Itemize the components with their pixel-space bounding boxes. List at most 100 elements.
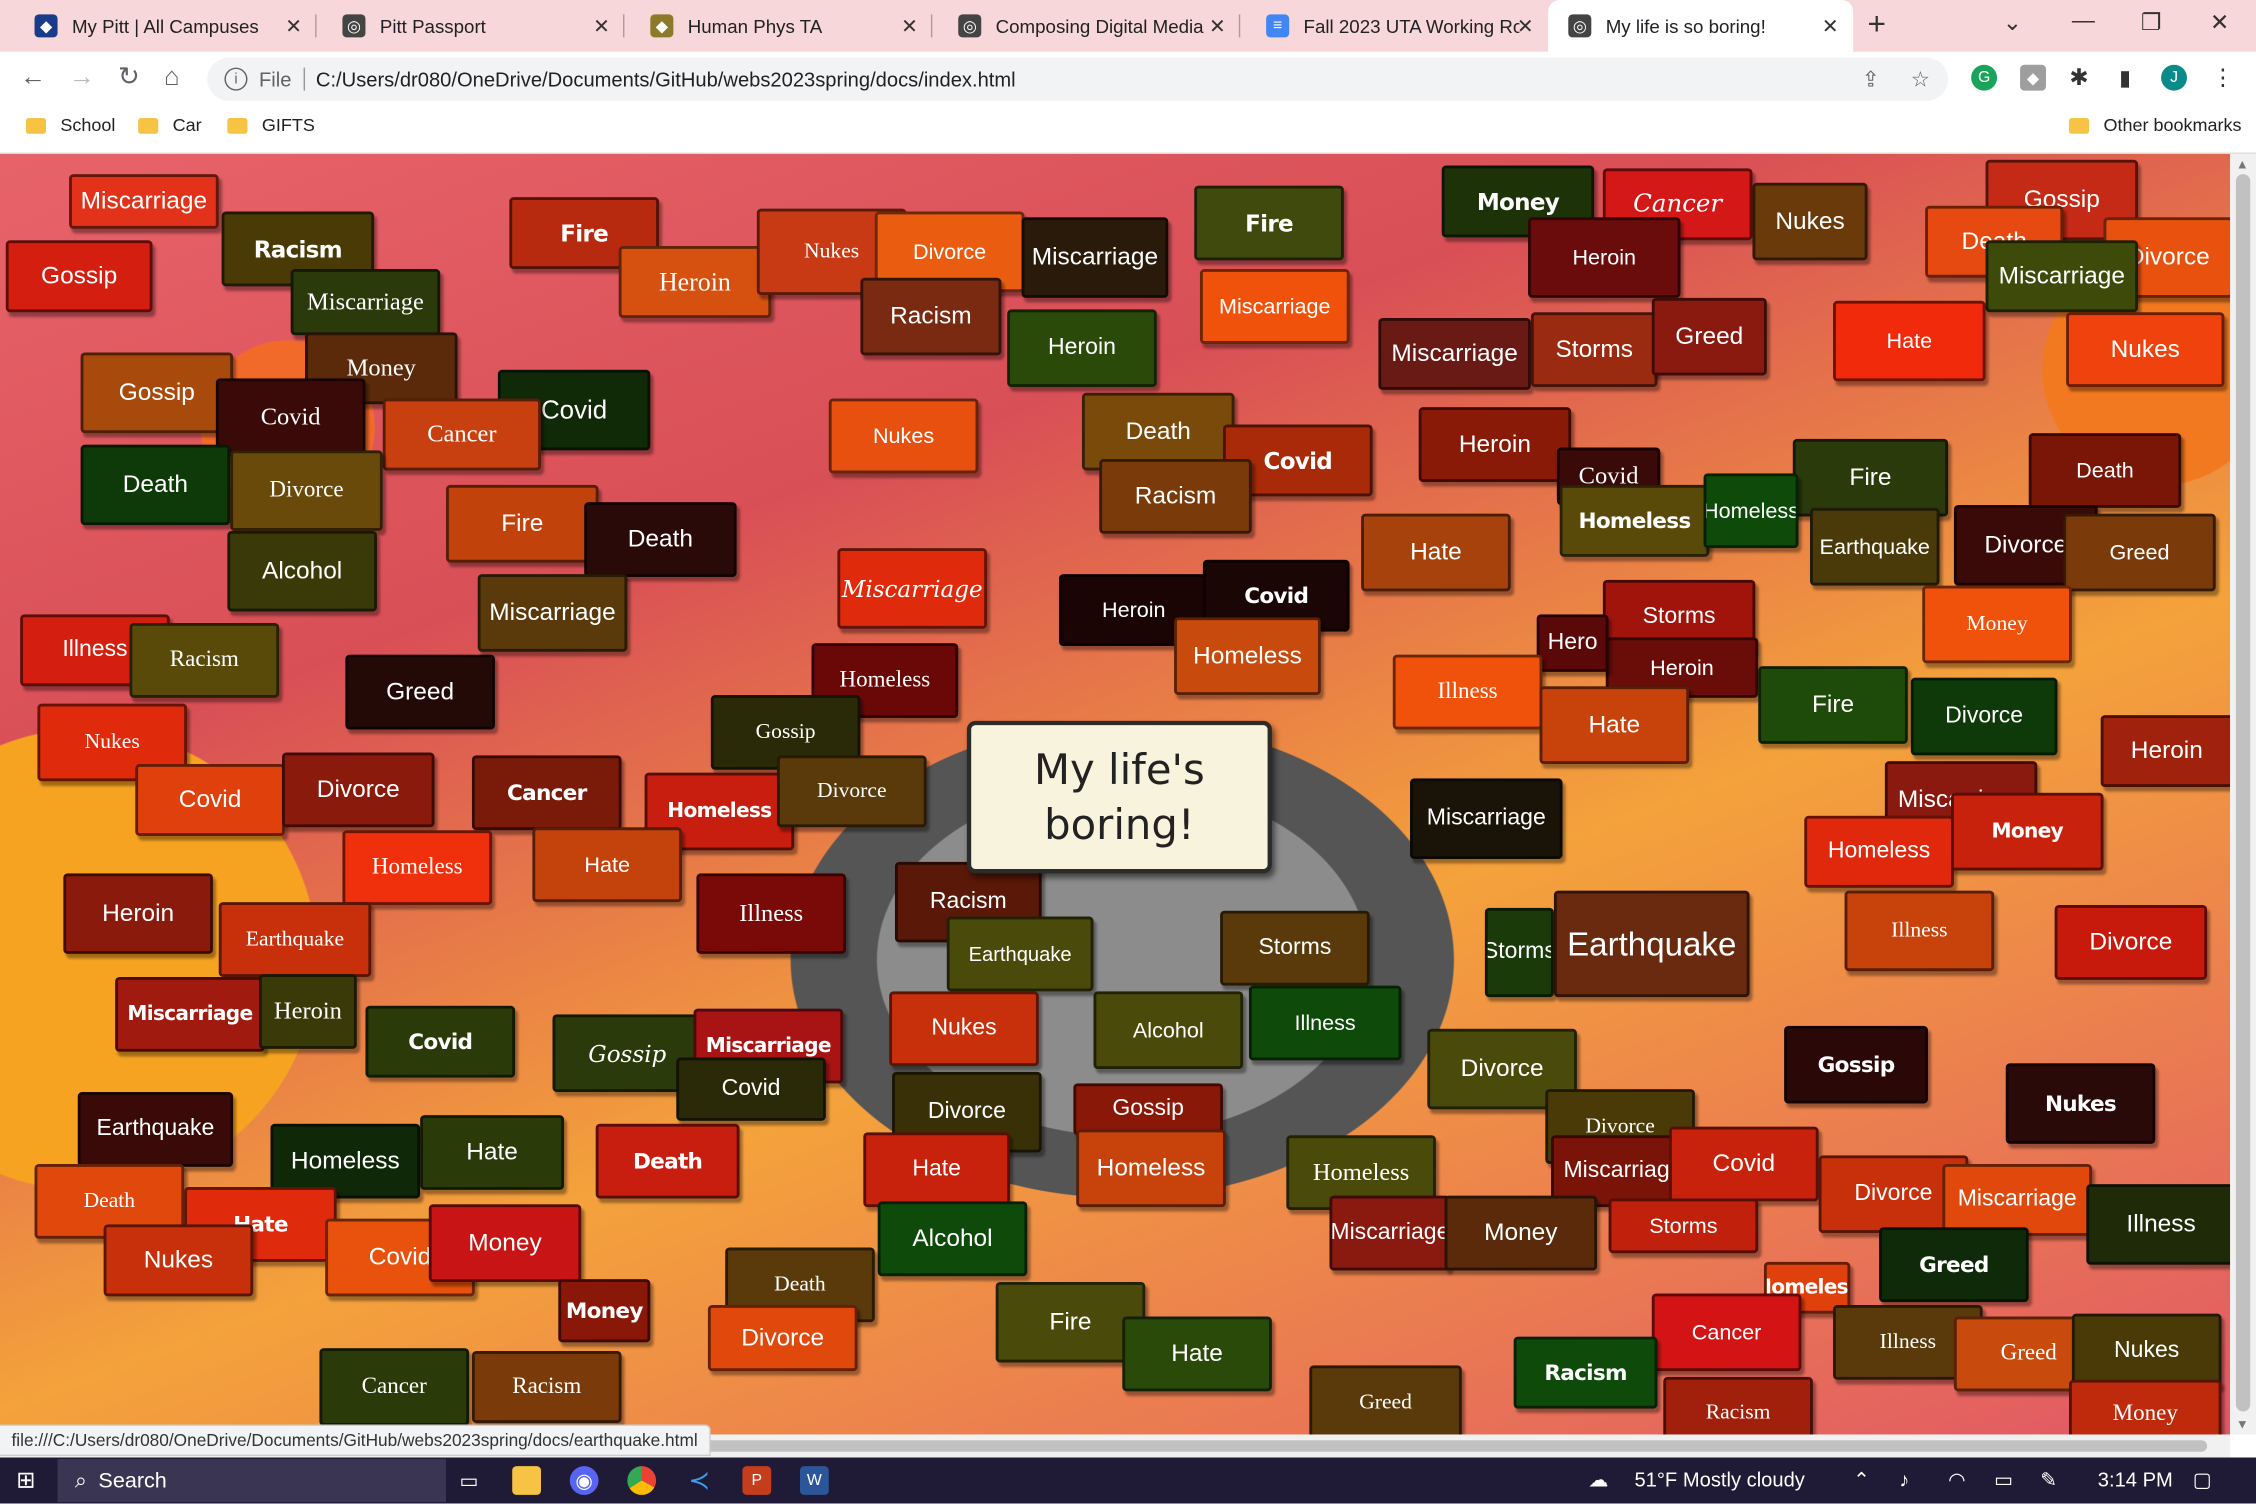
maximize-icon[interactable]: ❐ (2141, 9, 2162, 38)
scroll-up-icon[interactable]: ▲ (2236, 157, 2249, 171)
tab-5[interactable]: ◎ My life is so boring! ✕ (1548, 0, 1854, 52)
tab-close-icon[interactable]: ✕ (1209, 14, 1226, 38)
taskbar-search[interactable]: ⌕ Search (57, 1458, 447, 1503)
word-link-miscarriage[interactable]: Miscarriage (1021, 217, 1169, 298)
word-link-death[interactable]: Death (595, 1123, 740, 1199)
word-link-hate[interactable]: Hate (420, 1115, 565, 1190)
word-link-covid[interactable]: Covid (365, 1005, 516, 1078)
tab-0[interactable]: ◆ My Pitt | All Campuses ✕ (14, 0, 317, 52)
tray-chevron-icon[interactable]: ⌃ (1853, 1468, 1870, 1492)
tab-close-icon[interactable]: ✕ (901, 14, 918, 38)
word-link-hate[interactable]: Hate (532, 827, 682, 903)
word-link-fire[interactable]: Fire (1792, 438, 1949, 517)
word-link-racism[interactable]: Racism (1663, 1376, 1813, 1435)
word-link-heroin[interactable]: Heroin (618, 246, 772, 318)
word-link-fire[interactable]: Fire (1758, 666, 1908, 744)
word-link-storms[interactable]: Storms (1484, 907, 1554, 998)
word-link-miscarriage[interactable]: Miscarriage (837, 548, 988, 629)
word-link-illness[interactable]: Illness (1844, 890, 1995, 972)
word-link-nukes[interactable]: Nukes (1752, 182, 1868, 261)
word-link-heroin[interactable]: Heroin (2100, 715, 2231, 788)
pen-icon[interactable]: ✎ (2040, 1468, 2057, 1492)
battery-icon[interactable]: ▭ (1994, 1468, 2013, 1492)
word-link-homeless[interactable]: Homeless (1174, 617, 1321, 695)
word-link-death[interactable]: Death (2028, 433, 2182, 508)
word-link-heroin[interactable]: Heroin (1007, 309, 1157, 388)
word-link-cancer[interactable]: Cancer (471, 755, 622, 831)
word-link-alcohol[interactable]: Alcohol (1093, 991, 1244, 1070)
scrollbar-thumb[interactable] (2235, 174, 2251, 1412)
word-link-racism[interactable]: Racism (471, 1351, 622, 1423)
word-link-earthquake[interactable]: Earthquake (77, 1092, 234, 1167)
word-link-hate[interactable]: Hate (1833, 300, 1986, 382)
word-link-divorce[interactable]: Divorce (230, 450, 383, 531)
word-link-nukes[interactable]: Nukes (889, 991, 1039, 1067)
word-link-fire[interactable]: Fire (1194, 185, 1344, 261)
word-link-divorce[interactable]: Divorce (707, 1304, 858, 1372)
vscode-icon[interactable]: ≺ (685, 1465, 714, 1495)
word-link-money[interactable]: Money (1922, 585, 2072, 664)
close-window-icon[interactable]: ✕ (2210, 9, 2229, 38)
word-link-gossip[interactable]: Gossip (1784, 1025, 1928, 1104)
tab-close-icon[interactable]: ✕ (285, 14, 302, 38)
word-link-homeless[interactable]: Homeless (1076, 1129, 1226, 1208)
side-panel-icon[interactable]: ▮ (2112, 65, 2138, 90)
word-link-gossip[interactable]: Gossip (80, 352, 234, 434)
word-link-miscarriage[interactable]: Miscarriage (1410, 778, 1563, 859)
word-link-greed[interactable]: Greed (1879, 1227, 2029, 1303)
word-link-covid[interactable]: Covid (676, 1057, 826, 1121)
file-explorer-icon[interactable] (512, 1466, 541, 1495)
word-link-storms[interactable]: Storms (1220, 910, 1370, 986)
word-link-greed[interactable]: Greed (2063, 513, 2216, 592)
word-link-hate[interactable]: Hate (1539, 686, 1690, 765)
share-icon[interactable]: ⇪ (1862, 66, 1880, 92)
new-tab-button[interactable]: + (1868, 6, 1887, 43)
word-link-storms[interactable]: Storms (1530, 312, 1658, 388)
word-link-covid[interactable]: Covid (1669, 1126, 1819, 1202)
word-link-money[interactable]: Money (558, 1279, 651, 1343)
word-link-earthquake[interactable]: Earthquake (218, 902, 372, 977)
task-view-icon[interactable]: ▭ (455, 1466, 484, 1495)
word-link-heroin[interactable]: Heroin (1418, 407, 1572, 482)
word-link-racism[interactable]: Racism (1513, 1336, 1658, 1409)
word-link-homeless[interactable]: Homeless (1703, 473, 1799, 549)
word-link-hate[interactable]: Hate (1361, 513, 1511, 592)
scroll-down-icon[interactable]: ▼ (2236, 1417, 2249, 1431)
word-link-miscarriage[interactable]: Miscarriage (115, 976, 265, 1052)
word-link-divorce[interactable]: Divorce (282, 752, 435, 828)
forward-icon[interactable]: → (69, 62, 95, 92)
word-icon[interactable]: W (799, 1466, 829, 1495)
word-link-greed[interactable]: Greed (1651, 297, 1767, 376)
word-link-racism[interactable]: Racism (1099, 458, 1252, 534)
tab-close-icon[interactable]: ✕ (1517, 14, 1534, 38)
word-link-divorce[interactable]: Divorce (2054, 905, 2208, 980)
menu-kebab-icon[interactable]: ⋮ (2210, 65, 2236, 90)
tab-2[interactable]: ◆ Human Phys TA ✕ (630, 0, 933, 52)
word-link-illness[interactable]: Illness (1248, 985, 1402, 1061)
minimize-icon[interactable]: — (2072, 9, 2095, 35)
word-link-storms[interactable]: Storms (1608, 1198, 1759, 1254)
bookmark-star-icon[interactable]: ☆ (1911, 66, 1930, 92)
bookmark-gifts[interactable]: GIFTS (227, 115, 315, 135)
word-link-miscarriage[interactable]: Miscarriage (1329, 1195, 1451, 1271)
word-link-money[interactable]: Money (1444, 1195, 1598, 1271)
word-link-homeless[interactable]: Homeless (342, 830, 493, 906)
back-icon[interactable]: ← (20, 62, 46, 92)
wifi-icon[interactable]: ◠ (1948, 1468, 1966, 1492)
word-link-earthquake[interactable]: Earthquake (1810, 507, 1940, 586)
word-link-alcohol[interactable]: Alcohol (877, 1201, 1028, 1277)
clock-time[interactable]: 3:14 PM (2098, 1468, 2173, 1491)
site-info-icon[interactable]: i (224, 67, 248, 91)
volume-icon[interactable]: ♪ (1899, 1468, 1909, 1491)
url-text[interactable]: C:/Users/dr080/OneDrive/Documents/GitHub… (316, 68, 1016, 91)
word-link-illness[interactable]: Illness (696, 873, 847, 954)
tab-1[interactable]: ◎ Pitt Passport ✕ (322, 0, 625, 52)
word-link-heroin[interactable]: Heroin (258, 974, 357, 1049)
word-link-money[interactable]: Money (2068, 1379, 2222, 1435)
word-link-homeless[interactable]: Homeless (1559, 484, 1710, 557)
word-link-nukes[interactable]: Nukes (103, 1224, 254, 1297)
word-link-cancer[interactable]: Cancer (319, 1348, 470, 1426)
word-link-death[interactable]: Death (584, 502, 737, 577)
vertical-scrollbar[interactable]: ▲ ▼ (2230, 153, 2256, 1435)
word-link-hate[interactable]: Hate (863, 1132, 1011, 1208)
